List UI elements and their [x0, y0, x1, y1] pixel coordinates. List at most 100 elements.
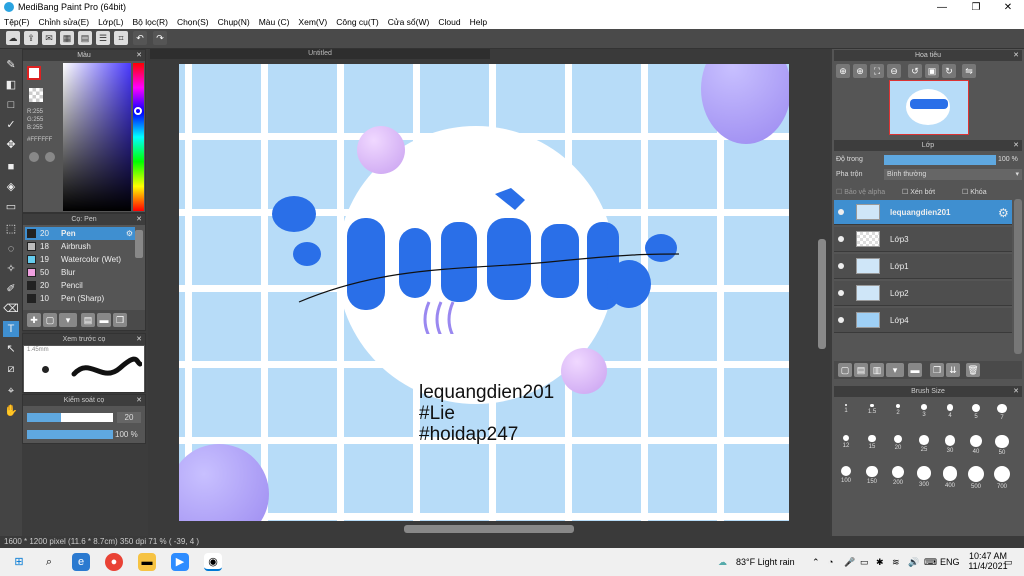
eyedropper-tool-icon[interactable]: ⌖ [3, 383, 19, 399]
menu-window[interactable]: Cửa sổ(W) [388, 15, 430, 29]
brush-size-preset[interactable]: 1 [834, 398, 858, 428]
select-pen-tool-icon[interactable]: ✐ [3, 281, 19, 297]
brush-tool-icon[interactable]: ✎ [3, 57, 19, 73]
grid-icon[interactable]: ▦ [60, 31, 74, 45]
duplicate-icon[interactable]: ❐ [113, 313, 127, 327]
navigator-thumbnail[interactable] [889, 80, 969, 135]
brush-size-slider[interactable] [27, 413, 113, 422]
new-1bit-layer-icon[interactable]: ▥ [870, 363, 884, 377]
zoom-icon[interactable]: ▶ [171, 553, 189, 571]
brush-size-preset[interactable]: 3 [912, 398, 936, 428]
brush-item[interactable]: 50 Blur [25, 266, 135, 279]
duplicate-layer-icon[interactable]: ❐ [930, 363, 944, 377]
brush-copy-icon[interactable]: ▤ [81, 313, 95, 327]
menu-edit[interactable]: Chỉnh sửa(E) [39, 15, 90, 29]
menu-filter[interactable]: Bộ lọc(R) [133, 15, 168, 29]
eraser-tool-icon[interactable]: ◧ [3, 77, 19, 93]
brush-size-preset[interactable]: 15 [860, 429, 884, 459]
clip-checkbox[interactable]: ☐ Xén bớt [902, 188, 935, 196]
brush-item[interactable]: 20 Pencil [25, 279, 135, 292]
fill-rect-tool-icon[interactable]: ■ [3, 159, 19, 175]
panel-close-icon[interactable]: ✕ [136, 50, 142, 61]
brush-size-preset[interactable]: 20 [886, 429, 910, 459]
opacity-slider[interactable] [27, 430, 113, 439]
crop-icon[interactable]: ⌗ [114, 31, 128, 45]
layer-row[interactable]: Lớp3 [834, 227, 1012, 252]
brush-item[interactable]: 18 Airbrush [25, 240, 135, 253]
close-button[interactable]: ✕ [994, 0, 1022, 15]
visibility-icon[interactable] [838, 209, 844, 215]
chrome-icon[interactable]: ● [105, 553, 123, 571]
new-layer-icon[interactable]: ▢ [838, 363, 852, 377]
volume-icon[interactable]: 🔊 [908, 557, 919, 568]
bluetooth-icon[interactable]: ✱ [876, 557, 884, 568]
drawing-canvas[interactable]: lequangdien201 #Lie #hoidap247 [179, 64, 789, 521]
brush-item[interactable]: 10 Pen (Sharp) [25, 292, 135, 305]
visibility-icon[interactable] [838, 317, 844, 323]
blend-mode-select[interactable]: Bình thường ▾ [884, 169, 1022, 180]
divide-tool-icon[interactable]: ⧄ [3, 361, 19, 377]
brush-size-preset[interactable]: 50 [990, 429, 1014, 459]
ime-icon[interactable]: ⌨ [924, 557, 937, 568]
dot-tool-icon[interactable]: ✓ [3, 117, 19, 133]
gradient-tool-icon[interactable]: ▭ [3, 199, 19, 215]
layer-opacity-slider[interactable] [884, 155, 996, 165]
brush-size-preset[interactable]: 300 [912, 460, 936, 490]
flip-icon[interactable]: ⇋ [962, 64, 976, 78]
brush-size-preset[interactable]: 12 [834, 429, 858, 459]
mic-icon[interactable]: 🎤 [844, 557, 855, 568]
folder-icon[interactable]: ▬ [97, 313, 111, 327]
new-halftone-layer-icon[interactable]: ▤ [854, 363, 868, 377]
menu-help[interactable]: Help [470, 15, 487, 29]
panel-close-icon[interactable]: ✕ [136, 214, 142, 225]
gear-icon[interactable]: ⚙ [998, 206, 1009, 220]
zoom-out-icon[interactable]: ⊖ [887, 64, 901, 78]
new-brush-icon[interactable]: ▢ [43, 313, 57, 327]
horizontal-scrollbar[interactable] [404, 525, 574, 533]
reset-icon[interactable]: ▣ [925, 64, 939, 78]
minimize-button[interactable]: — [928, 0, 956, 15]
lang-text[interactable]: ENG [940, 557, 960, 567]
menu-view[interactable]: Xem(V) [298, 15, 327, 29]
brush-size-preset[interactable]: 400 [938, 460, 962, 490]
brush-menu-icon[interactable]: ▾ [59, 313, 77, 327]
brush-size-preset[interactable]: 150 [860, 460, 884, 490]
layer-folder-icon[interactable]: ▬ [908, 363, 922, 377]
document-tab[interactable]: Untitled [150, 49, 490, 59]
layer-row[interactable]: Lớp2 [834, 281, 1012, 306]
foreground-color[interactable] [27, 66, 41, 80]
brush-size-preset[interactable]: 200 [886, 460, 910, 490]
network-icon[interactable]: ◔ [828, 557, 833, 567]
magic-wand-tool-icon[interactable]: ✧ [3, 261, 19, 277]
notification-icon[interactable]: ▭ [1004, 557, 1013, 568]
text-tool-icon[interactable]: T [3, 321, 19, 337]
add-brush-icon[interactable]: ✚ [27, 313, 41, 327]
cloud-icon[interactable]: ☁ [6, 31, 20, 45]
wifi-icon[interactable]: ≋ [892, 557, 900, 568]
hue-handle[interactable] [134, 107, 142, 115]
background-color[interactable] [29, 88, 43, 102]
rectangle-tool-icon[interactable]: □ [3, 97, 19, 113]
move-tool-icon[interactable]: ✥ [3, 137, 19, 153]
fit-icon[interactable]: ⛶ [870, 64, 884, 78]
brush-size-preset[interactable]: 40 [964, 429, 988, 459]
menu-snap[interactable]: Chụp(N) [218, 15, 250, 29]
brush-size-preset[interactable]: 1.5 [860, 398, 884, 428]
brush-size-preset[interactable]: 5 [964, 398, 988, 428]
zoom-plus-icon[interactable]: ⊕ [853, 64, 867, 78]
hand-tool-icon[interactable]: ✋ [3, 403, 19, 419]
bucket-tool-icon[interactable]: ◈ [3, 179, 19, 195]
medibang-icon[interactable]: ◉ [204, 553, 222, 571]
layer-row[interactable]: lequangdien201 ⚙ [834, 200, 1012, 225]
tiles-icon[interactable]: ▤ [78, 31, 92, 45]
search-icon[interactable]: ⌕ [40, 553, 58, 571]
saturation-value-picker[interactable] [63, 63, 131, 211]
brush-size-preset[interactable]: 25 [912, 429, 936, 459]
zoom-in-icon[interactable]: ⊕ [836, 64, 850, 78]
display-icon[interactable]: ▭ [860, 557, 869, 568]
merge-layer-icon[interactable]: ⇊ [946, 363, 960, 377]
panel-close-icon[interactable]: ✕ [1013, 140, 1019, 151]
list-icon[interactable]: ☰ [96, 31, 110, 45]
brush-list-scrollbar[interactable] [135, 230, 143, 258]
layer-scrollbar[interactable] [1014, 199, 1022, 354]
